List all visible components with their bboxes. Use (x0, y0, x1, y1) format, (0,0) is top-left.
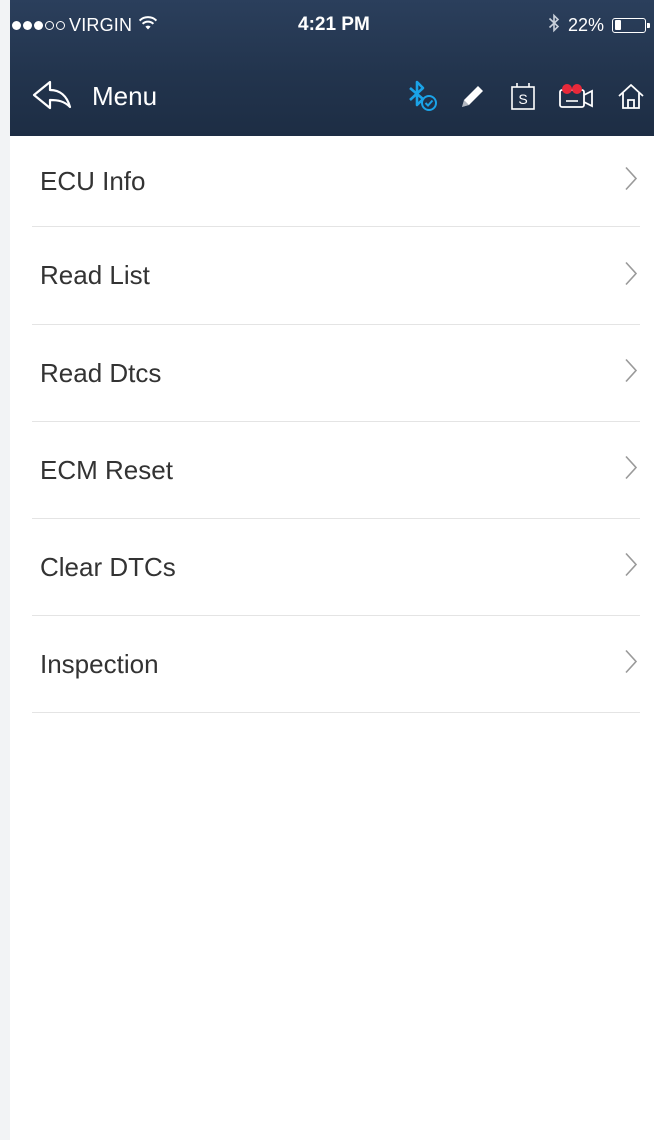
bluetooth-connected-icon[interactable] (400, 79, 446, 113)
menu-item-read-list[interactable]: Read List (32, 227, 640, 325)
menu-item-label: ECM Reset (40, 454, 173, 485)
screenshot-icon[interactable]: S (500, 81, 546, 111)
chevron-right-icon (624, 358, 638, 389)
menu-item-read-dtcs[interactable]: Read Dtcs (32, 325, 640, 422)
chevron-right-icon (624, 552, 638, 583)
video-record-icon[interactable] (546, 81, 608, 111)
menu-item-label: Inspection (40, 648, 159, 679)
bluetooth-status-icon (548, 13, 560, 38)
menu-item-clear-dtcs[interactable]: Clear DTCs (32, 519, 640, 616)
menu-item-label: ECU Info (40, 165, 146, 196)
app-header: VIRGIN 4:21 PM 22% Menu S (10, 0, 654, 136)
chevron-right-icon (624, 649, 638, 680)
status-time: 4:21 PM (298, 14, 370, 35)
svg-text:S: S (518, 91, 527, 107)
back-button[interactable]: Menu (30, 74, 157, 118)
back-label: Menu (92, 80, 158, 111)
carrier-group: VIRGIN (12, 14, 158, 36)
home-icon[interactable] (608, 81, 654, 111)
chevron-right-icon (624, 260, 638, 291)
wifi-icon (138, 15, 158, 36)
back-arrow-icon (30, 78, 74, 115)
battery-percent: 22% (567, 14, 604, 35)
toolbar: S (400, 76, 654, 116)
signal-strength-icon (12, 20, 65, 30)
menu-item-label: Read List (40, 260, 150, 290)
menu-item-ecm-reset[interactable]: ECM Reset (32, 422, 640, 519)
menu-item-label: Clear DTCs (40, 551, 176, 582)
menu-item-label: Read Dtcs (40, 357, 162, 388)
status-right-group: 22% (548, 12, 650, 38)
battery-icon (612, 17, 650, 33)
chevron-right-icon (624, 166, 638, 197)
carrier-name: VIRGIN (69, 14, 133, 35)
menu-item-ecu-info[interactable]: ECU Info (32, 136, 640, 227)
menu-item-inspection[interactable]: Inspection (32, 616, 640, 713)
status-bar: VIRGIN 4:21 PM 22% (10, 0, 654, 50)
chevron-right-icon (624, 455, 638, 486)
navigation-bar: Menu S (10, 50, 654, 136)
pencil-icon[interactable] (446, 81, 500, 111)
function-menu-list: ECU Info Read List Read Dtcs ECM Reset C… (32, 136, 640, 713)
battery-level-fill (614, 20, 621, 30)
left-edge-strip (0, 0, 10, 1140)
